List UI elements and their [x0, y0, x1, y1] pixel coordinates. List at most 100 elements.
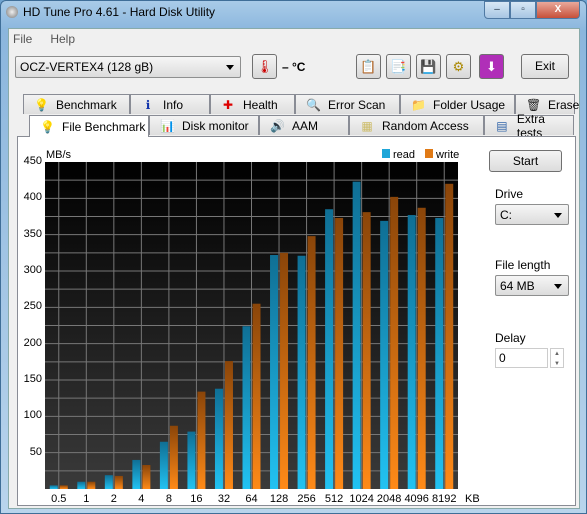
file-length-value: 64 MB	[500, 279, 535, 293]
exit-button[interactable]: Exit	[521, 54, 569, 79]
y-tick-label: 400	[23, 191, 42, 204]
tab-folder-usage[interactable]: 📁 Folder Usage	[400, 94, 515, 114]
temperature-button[interactable]: 🌡	[252, 54, 277, 79]
read-swatch	[382, 149, 390, 158]
tab-extra-tests[interactable]: ▤ Extra tests	[484, 112, 574, 140]
delay-label: Delay	[495, 331, 526, 345]
x-tick-label: 16	[190, 493, 203, 505]
window-title: HD Tune Pro 4.61 - Hard Disk Utility	[23, 5, 216, 19]
chevron-down-icon	[554, 284, 562, 289]
menu-help[interactable]: Help	[50, 32, 75, 46]
legend-write-label: write	[436, 149, 460, 161]
tab-label: AAM	[292, 118, 319, 133]
temperature-readout: – °C	[282, 60, 306, 74]
x-tick-label: 8	[165, 493, 172, 505]
copy-info-icon: 📋	[360, 58, 377, 74]
start-button[interactable]: Start	[489, 150, 562, 172]
write-bar	[390, 196, 399, 489]
copy-info-button[interactable]: 📋	[356, 54, 381, 79]
chevron-down-icon	[554, 213, 562, 218]
download-button[interactable]: ⬇	[479, 54, 504, 79]
menu-file[interactable]: File	[13, 32, 32, 46]
app-window: HD Tune Pro 4.61 - Hard Disk Utility – ▫…	[0, 0, 587, 514]
client-area: File Help OCZ-VERTEX4 (128 gB) 🌡 – °C 📋 …	[8, 28, 580, 509]
tab-benchmark[interactable]: 💡 Benchmark	[23, 94, 130, 114]
copy-screenshot-button[interactable]: 📑	[386, 54, 411, 79]
x-tick-label: 2048	[376, 493, 402, 505]
delay-input[interactable]: 0	[495, 348, 548, 368]
read-bar	[49, 485, 58, 489]
chart-legend: read write	[382, 149, 459, 161]
read-bar	[242, 326, 251, 489]
y-tick-label: 50	[29, 445, 42, 458]
x-tick-label: 2	[110, 493, 117, 505]
read-bar	[270, 255, 279, 489]
x-tick-label: 32	[217, 493, 231, 505]
x-tick-label: 8192	[431, 493, 457, 505]
write-bar	[87, 481, 96, 489]
read-bar	[435, 217, 444, 489]
read-bar	[352, 181, 361, 489]
file-length-label: File length	[495, 258, 551, 272]
tab-icon: 🗑	[526, 97, 542, 112]
x-tick-label: 0.5	[51, 493, 67, 505]
write-bar	[445, 183, 454, 490]
save-icon: 💾	[420, 58, 437, 74]
file-length-select[interactable]: 64 MB	[495, 275, 569, 296]
write-bar	[307, 236, 316, 489]
tab-label: Random Access	[382, 118, 469, 133]
drive-select-value: OCZ-VERTEX4 (128 gB)	[20, 60, 154, 74]
write-bar	[114, 475, 123, 489]
read-bar	[187, 431, 196, 489]
spin-up-icon[interactable]: ▲	[551, 349, 563, 359]
tab-icon: ▦	[361, 118, 373, 133]
read-bar	[325, 209, 334, 489]
options-icon: ⚙	[452, 58, 465, 74]
drive-select[interactable]: OCZ-VERTEX4 (128 gB)	[15, 56, 241, 78]
read-bar	[297, 255, 306, 489]
thermometer-icon: 🌡	[256, 58, 273, 74]
read-bar	[132, 459, 141, 489]
close-button[interactable]: X	[536, 1, 580, 19]
write-bar	[417, 207, 426, 489]
app-icon	[6, 6, 18, 18]
tab-label: Error Scan	[328, 97, 386, 112]
tab-icon: 🔊	[270, 118, 285, 133]
drive-label: Drive	[495, 187, 524, 201]
tab-health[interactable]: ✚ Health	[210, 94, 295, 114]
x-tick-label: 1	[83, 493, 90, 505]
save-button[interactable]: 💾	[416, 54, 441, 79]
x-axis-unit: KB	[465, 493, 480, 505]
maximize-button[interactable]: ▫	[510, 1, 536, 19]
tab-icon: 🔍	[306, 97, 321, 112]
y-tick-label: 300	[23, 264, 42, 276]
spin-down-icon[interactable]: ▼	[551, 359, 563, 369]
tab-error-scan[interactable]: 🔍 Error Scan	[295, 94, 400, 114]
options-button[interactable]: ⚙	[446, 54, 471, 79]
drive-letter-select[interactable]: C:	[495, 204, 569, 225]
tab-info[interactable]: ℹ Info	[130, 94, 210, 114]
minimize-button[interactable]: –	[484, 1, 510, 19]
x-tick-label: 128	[269, 493, 289, 505]
y-tick-label: 150	[23, 373, 42, 385]
tab-icon: 📊	[160, 118, 175, 133]
read-bar	[159, 441, 168, 489]
tab-file-benchmark[interactable]: 💡 File Benchmark	[29, 115, 149, 137]
write-bar	[335, 217, 344, 489]
write-bar	[169, 425, 178, 489]
tab-aam[interactable]: 🔊 AAM	[259, 115, 349, 135]
tab-label: Disk monitor	[182, 118, 249, 133]
read-bar	[104, 475, 113, 489]
tab-label: Benchmark	[56, 97, 117, 112]
y-tick-label: 100	[23, 409, 42, 422]
tab-icon: 📁	[411, 97, 426, 112]
x-tick-label: 4	[138, 493, 145, 505]
delay-spinner[interactable]: ▲ ▼	[550, 348, 564, 368]
tab-disk-monitor[interactable]: 📊 Disk monitor	[149, 115, 259, 135]
tab-random-access[interactable]: ▦ Random Access	[349, 115, 484, 135]
write-bar	[362, 212, 371, 489]
x-tick-label: 512	[324, 493, 344, 505]
write-bar	[142, 465, 151, 489]
y-tick-label: 450	[23, 155, 42, 167]
y-axis-label: MB/s	[46, 149, 72, 161]
